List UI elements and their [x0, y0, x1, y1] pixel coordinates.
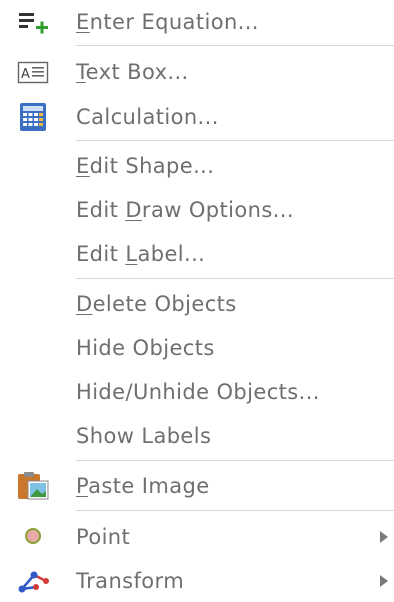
- svg-text:A: A: [21, 67, 30, 82]
- submenu-arrow-icon: [380, 575, 388, 587]
- menu-item-edit-draw-options[interactable]: Edit Draw Options...: [0, 194, 394, 228]
- menu-item-edit-label[interactable]: Edit Label...: [0, 238, 394, 272]
- menu-item-label: Enter Equation...: [76, 10, 259, 34]
- menu-item-label: Edit Draw Options...: [76, 198, 294, 222]
- menu-item-show-labels[interactable]: Show Labels: [0, 420, 394, 454]
- menu-separator: [76, 45, 394, 46]
- menu-item-transform[interactable]: Transform: [0, 564, 394, 598]
- text-box-icon: A: [17, 61, 49, 84]
- paste-image-icon: [18, 472, 49, 500]
- menu-item-label: Delete Objects: [76, 292, 237, 316]
- menu-item-delete-objects[interactable]: Delete Objects: [0, 288, 394, 322]
- transform-icon: [18, 571, 49, 593]
- menu-item-paste-image[interactable]: Paste Image: [0, 470, 394, 504]
- menu-separator: [76, 460, 394, 461]
- menu-item-edit-shape[interactable]: Edit Shape...: [0, 150, 394, 184]
- menu-item-enter-equation[interactable]: Enter Equation...: [0, 6, 394, 40]
- menu-separator: [76, 140, 394, 141]
- menu-item-label: Text Box...: [76, 60, 189, 84]
- menu-item-calculation[interactable]: Calculation...: [0, 100, 394, 134]
- menu-item-hide-unhide-objects[interactable]: Hide/Unhide Objects...: [0, 376, 394, 410]
- enter-equation-icon: [19, 13, 48, 34]
- menu-item-label: Transform: [76, 569, 185, 593]
- menu-item-label: Edit Label...: [76, 242, 206, 266]
- point-icon: [25, 528, 41, 544]
- menu-item-label: Hide Objects: [76, 336, 215, 360]
- menu-separator: [76, 510, 394, 511]
- menu-separator: [76, 278, 394, 279]
- calculator-icon: [20, 103, 46, 131]
- menu-item-text-box[interactable]: A Text Box...: [0, 56, 394, 90]
- submenu-arrow-icon: [380, 531, 388, 543]
- context-menu: Enter Equation... A Text Box... Calculat…: [0, 0, 394, 602]
- menu-item-label: Point: [76, 525, 131, 549]
- menu-item-label: Calculation...: [76, 105, 219, 129]
- menu-item-point[interactable]: Point: [0, 520, 394, 554]
- menu-item-label: Show Labels: [76, 424, 212, 448]
- menu-item-label: Hide/Unhide Objects...: [76, 380, 320, 404]
- menu-item-hide-objects[interactable]: Hide Objects: [0, 332, 394, 366]
- menu-item-label: Paste Image: [76, 474, 210, 498]
- menu-item-label: Edit Shape...: [76, 154, 215, 178]
